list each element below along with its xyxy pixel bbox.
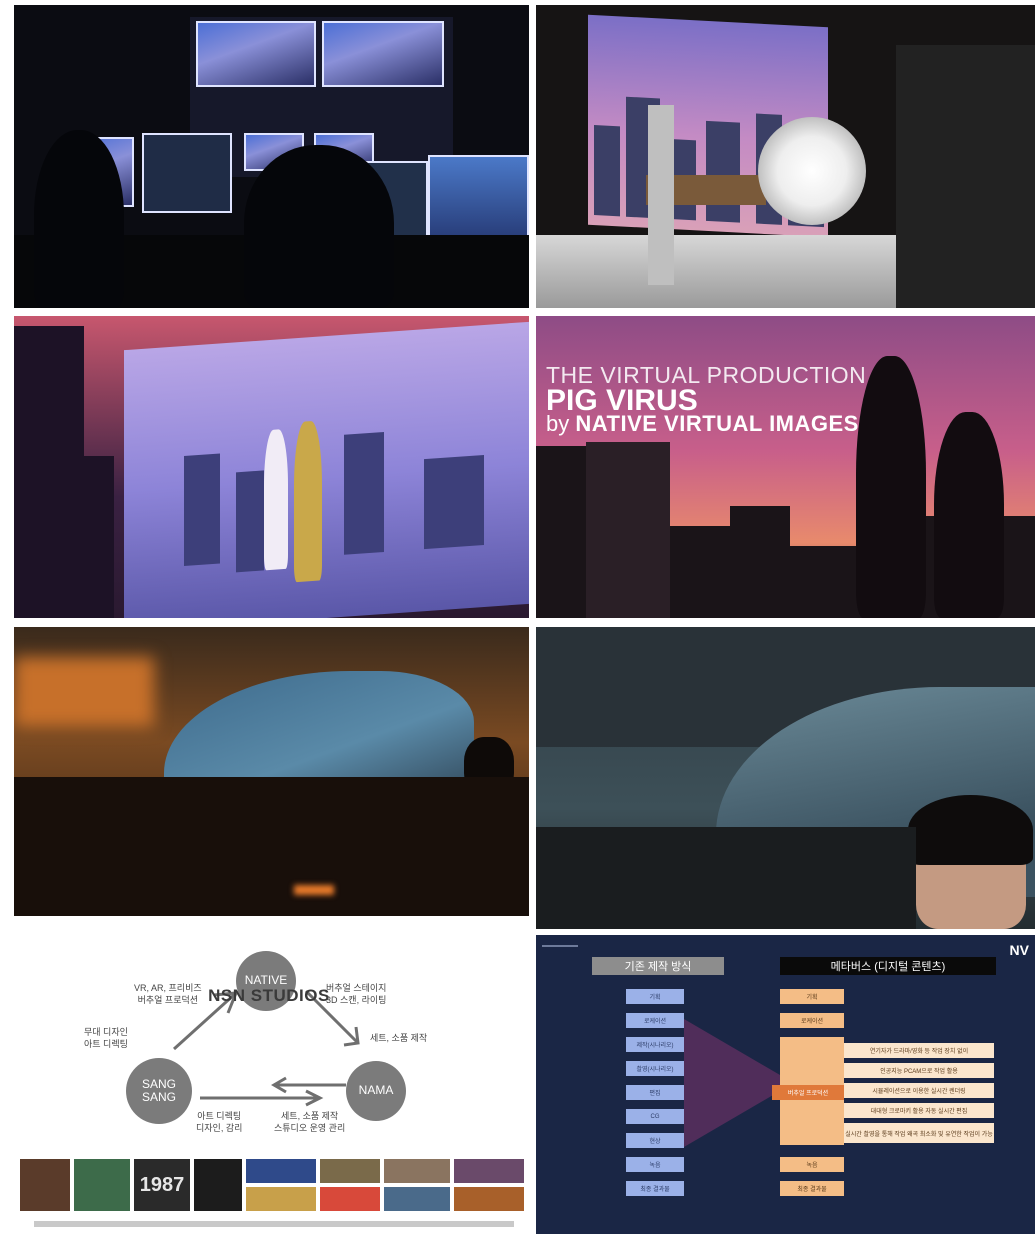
- right-column-header: 메타버스 (디지털 콘텐츠): [780, 957, 996, 975]
- poster: [246, 1159, 316, 1183]
- virtual-production-label: 버추얼 프로덕션: [772, 1085, 844, 1100]
- title-card: THE VIRTUAL PRODUCTION OF PIG VIRUS by N…: [536, 316, 1035, 618]
- production-comparison-slide: NV 기존 제작 방식 메타버스 (디지털 콘텐츠) 기획 로케이션 제작(시나…: [536, 935, 1035, 1234]
- label-native-nama: 버추얼 스테이지 3D 스캔, 라이팅: [326, 983, 387, 1005]
- poster: [320, 1159, 380, 1183]
- left-column-header: 기존 제작 방식: [592, 957, 724, 975]
- funnel-shape: [684, 1019, 780, 1147]
- control-room-photo: [14, 5, 529, 308]
- right-desc: 인공지능 PCAM으로 작업 활용: [844, 1063, 994, 1078]
- label-native-sang: VR, AR, 프리비즈 버추얼 프로덕션: [134, 983, 202, 1005]
- caption-text-line: [34, 1221, 514, 1227]
- left-step: 현상: [626, 1133, 684, 1148]
- diagram-center-title: NSN STUDIOS: [208, 986, 330, 1005]
- poster: [20, 1159, 70, 1211]
- left-step: CG: [626, 1109, 684, 1124]
- poster-1987: 1987: [134, 1159, 190, 1211]
- node-sang-sang: SANG SANG: [126, 1058, 192, 1124]
- left-step: 최종 결과물: [626, 1181, 684, 1196]
- poster: [320, 1187, 380, 1211]
- poster: [454, 1187, 524, 1211]
- poster: [454, 1159, 524, 1183]
- left-step: 편집: [626, 1085, 684, 1100]
- virtual-set-photo: [14, 316, 529, 618]
- led-studio-photo: [536, 5, 1035, 308]
- title-credit: by NATIVE VIRTUAL IMAGES: [546, 411, 859, 436]
- right-step: 녹음: [780, 1157, 844, 1172]
- car-scene-photo-left: [14, 627, 529, 916]
- poster: [246, 1187, 316, 1211]
- label-nama-right: 세트, 소품 제작: [370, 1033, 428, 1043]
- studio-light: [758, 117, 866, 225]
- left-step: 촬영(시나리오): [626, 1061, 684, 1076]
- brand-logo: NV: [1009, 942, 1029, 958]
- left-step: 기획: [626, 989, 684, 1004]
- right-step: 최종 결과물: [780, 1181, 844, 1196]
- car-scene-photo-right: [536, 627, 1035, 929]
- left-step: 녹음: [626, 1157, 684, 1172]
- label-nama-sang: 세트, 소품 제작 스튜디오 운영 관리: [274, 1111, 346, 1133]
- poster: [194, 1159, 242, 1211]
- right-step: 로케이션: [780, 1013, 844, 1028]
- left-step: 제작(시나리오): [626, 1037, 684, 1052]
- poster: [384, 1159, 450, 1183]
- right-desc: 대대형 크로마키 활용 자동 실시간 편집: [844, 1103, 994, 1118]
- label-sang-left: 무대 디자인 아트 디렉팅: [84, 1027, 128, 1049]
- left-step: 로케이션: [626, 1013, 684, 1028]
- right-desc: 연기자가 드라마/영화 등 작업 장치 없이: [844, 1043, 994, 1058]
- poster: [384, 1187, 450, 1211]
- poster: [74, 1159, 130, 1211]
- nsn-studios-diagram: NATIVE SANG SANG NAMA NSN STUDIOS VR, AR,…: [14, 935, 529, 1234]
- right-desc: 시뮬레이션으로 이용한 실시간 렌더링: [844, 1083, 994, 1098]
- label-sang-nama: 아트 디렉팅 디자인, 감리: [196, 1111, 243, 1133]
- right-step: 기획: [780, 989, 844, 1004]
- right-desc: 실시간 촬영을 통해 작업 왜곡 최소화 및 유연한 작업이 가능: [844, 1123, 994, 1143]
- led-screen: [124, 321, 529, 618]
- node-nama: NAMA: [346, 1061, 406, 1121]
